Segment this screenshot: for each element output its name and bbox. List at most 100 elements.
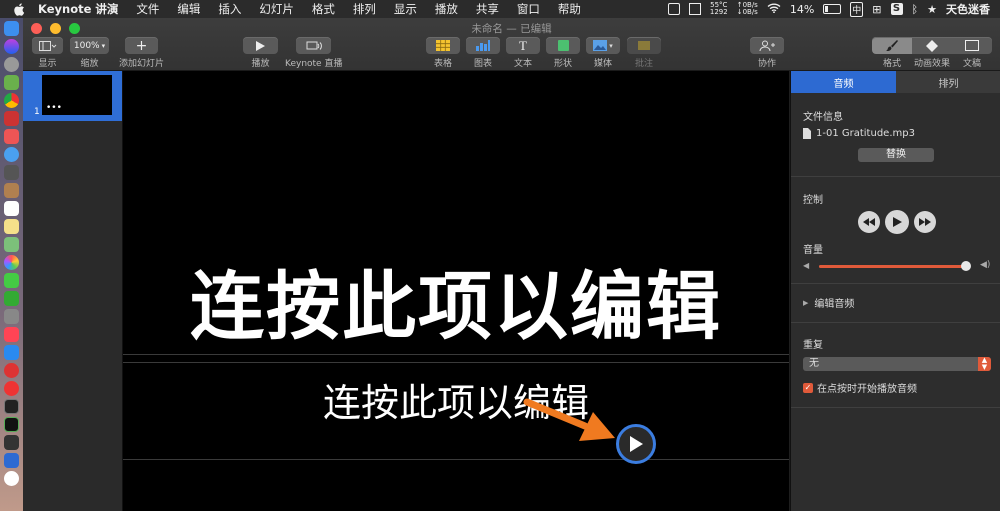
input-method-indicator[interactable]: 中 [850,1,864,17]
keynote-window: 未命名 — 已编辑 显示 100% ▾ 缩放 + 添加幻灯片 播放 Keynote… [23,18,1000,511]
divider [791,283,1000,284]
photos-icon[interactable] [4,255,19,270]
collaborate-button[interactable] [750,37,784,54]
text-button[interactable]: T [506,37,540,54]
divider [791,176,1000,177]
format-button[interactable] [872,37,912,54]
shape-button[interactable] [546,37,580,54]
slide-subtitle[interactable]: 连按此项以编辑 [123,372,789,427]
grid-icon[interactable]: ⊞ [872,3,881,16]
menu-slide[interactable]: 幻灯片 [259,1,294,17]
terminal-icon[interactable] [4,399,19,414]
animate-button[interactable] [912,37,952,54]
shape-label: 形状 [553,59,572,69]
app-icon[interactable] [4,165,19,180]
menu-share[interactable]: 共享 [476,1,499,17]
comment-button[interactable] [627,37,661,54]
collaborate-icon [759,40,775,51]
app-icon[interactable] [4,129,19,144]
view-tool: 显示 [32,37,63,69]
network-stats[interactable]: ↑0B/s ↓0B/s [737,2,758,16]
apple-icon[interactable] [12,2,26,16]
siri-icon[interactable] [4,39,19,54]
menu-file[interactable]: 文件 [136,1,159,17]
media-button[interactable]: ▾ [586,37,620,54]
file-icon [803,128,811,139]
zoom-select[interactable]: 100% ▾ [70,37,109,54]
play-audio-button[interactable] [885,210,909,234]
document-icon [965,40,979,51]
repeat-select[interactable]: 无 ▲ ▼ [803,357,991,371]
battery-percent[interactable]: 14% [790,3,814,16]
vpn-icon[interactable] [4,453,19,468]
star-icon[interactable]: ★ [927,3,937,16]
messages-icon[interactable] [4,273,19,288]
document-button[interactable] [952,37,992,54]
keynote-live-button[interactable] [296,37,332,54]
menu-format[interactable]: 格式 [312,1,335,17]
menu-insert[interactable]: 插入 [218,1,241,17]
volume-fill [819,265,966,268]
facetime-icon[interactable] [4,291,19,306]
android-icon[interactable] [4,75,19,90]
play-button[interactable] [243,37,278,54]
activity-monitor-icon[interactable] [4,417,19,432]
maps-icon[interactable] [4,237,19,252]
app-icon[interactable] [4,309,19,324]
user-name[interactable]: 天色迷香 [946,1,990,17]
menu-window[interactable]: 窗口 [517,1,540,17]
menu-app-name[interactable]: Keynote 讲演 [38,1,118,17]
format-tool: 格式 [872,37,912,69]
file-row: 1-01 Gratitude.mp3 [803,128,989,139]
monitor-icon[interactable] [667,3,680,15]
slide-title[interactable]: 连按此项以编辑 [123,247,789,354]
add-slide-tool: + 添加幻灯片 [119,37,164,69]
chevron-down-icon: ▾ [609,41,613,50]
start-on-click-checkbox[interactable]: ✓ [803,382,813,393]
file-info-heading: 文件信息 [803,112,843,123]
slide-thumbnail[interactable]: ••• [42,75,112,115]
add-slide-button[interactable]: + [125,37,158,54]
launchpad-icon[interactable] [4,57,19,72]
replace-button[interactable]: 替换 [858,148,934,162]
notes-icon[interactable] [4,219,19,234]
volume-knob[interactable] [961,261,971,271]
cpu-stats[interactable]: 55°C 1292 [710,2,728,16]
slide-canvas[interactable]: 连按此项以编辑 连按此项以编辑 [123,71,789,511]
audio-play-button[interactable] [616,424,656,464]
app-store-icon[interactable] [4,345,19,360]
slide-thumbnail-row[interactable]: 1 ••• [23,71,122,121]
rewind-button[interactable] [858,211,880,233]
calendar-icon[interactable] [4,201,19,216]
contacts-icon[interactable] [4,183,19,198]
tab-arrange[interactable]: 排列 [896,71,1000,93]
battery-icon[interactable] [823,4,842,14]
alignment-guide [123,362,789,363]
wifi-icon[interactable] [767,3,781,16]
chart-button[interactable] [466,37,500,54]
calendar-icon[interactable] [688,3,701,15]
vivaldi-icon[interactable] [4,381,19,396]
menu-edit[interactable]: 编辑 [177,1,200,17]
safari-icon[interactable] [4,147,19,162]
chrome-icon[interactable] [4,93,19,108]
edit-audio-row[interactable]: ▶ 编辑音频 [803,295,989,311]
app-icon[interactable] [4,363,19,378]
console-icon[interactable] [4,435,19,450]
menu-play[interactable]: 播放 [435,1,458,17]
app-icon[interactable] [4,111,19,126]
bluetooth-icon[interactable]: ᛒ [912,3,919,16]
menu-arrange[interactable]: 排列 [353,1,376,17]
fast-forward-button[interactable] [914,211,936,233]
music-icon[interactable] [4,327,19,342]
tab-audio[interactable]: 音频 [791,71,896,93]
menu-help[interactable]: 帮助 [558,1,581,17]
table-button[interactable] [426,37,460,54]
menu-view[interactable]: 显示 [394,1,417,17]
view-button[interactable] [32,37,63,54]
sogou-icon[interactable]: S [890,3,903,15]
finder-icon[interactable] [4,21,19,36]
paintbrush-icon [886,40,898,51]
table-label: 表格 [433,59,452,69]
yandex-icon[interactable] [4,471,19,486]
